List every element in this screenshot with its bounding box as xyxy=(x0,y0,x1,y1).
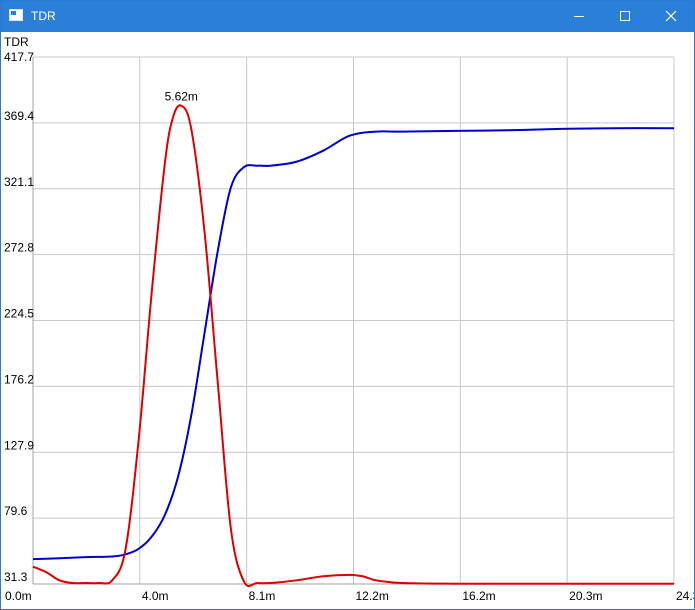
x-tick-label: 20.3m xyxy=(569,589,602,603)
y-tick-label: 31.3 xyxy=(4,570,28,584)
y-tick-label: 79.6 xyxy=(4,504,28,518)
y-tick-label: 127.9 xyxy=(4,438,34,452)
grid-lines xyxy=(32,56,675,585)
y-tick-label: 417.7 xyxy=(4,50,34,64)
y-tick-label: 369.4 xyxy=(4,109,34,123)
tdr-chart: TDR 417.7 369.4 321.1 272.8 224.5 176.2 127.9 7… xyxy=(4,35,694,603)
y-tick-label: 321.1 xyxy=(4,175,34,189)
maximize-button[interactable] xyxy=(602,1,648,32)
minimize-icon xyxy=(574,16,584,17)
y-tick-label: 272.8 xyxy=(4,241,34,255)
x-tick-label: 0.0m xyxy=(5,589,32,603)
x-tick-label: 8.1m xyxy=(249,589,276,603)
chart-title: TDR xyxy=(4,35,29,49)
close-icon xyxy=(665,10,677,22)
close-button[interactable] xyxy=(648,1,694,32)
axis-labels: 417.7 369.4 321.1 272.8 224.5 176.2 127.9 79.6 3… xyxy=(4,50,694,603)
chart-area: TDR 417.7 369.4 321.1 272.8 224.5 176.2 127.9 7… xyxy=(1,32,694,609)
title-bar[interactable]: TDR xyxy=(1,1,694,32)
maximize-icon xyxy=(620,11,630,21)
x-tick-label: 24.3m xyxy=(676,589,694,603)
x-tick-label: 4.0m xyxy=(142,589,169,603)
x-tick-label: 16.2m xyxy=(462,589,495,603)
tdr-window: TDR TDR 417.7 369.4 321.1 272.8 224.5 176.2 12… xyxy=(0,0,695,610)
peak-annotation: 5.62m xyxy=(165,90,198,104)
window-title: TDR xyxy=(31,9,56,23)
y-tick-label: 176.2 xyxy=(4,372,34,386)
y-tick-label: 224.5 xyxy=(4,307,34,321)
app-window-icon xyxy=(9,9,23,21)
minimize-button[interactable] xyxy=(556,1,602,32)
x-tick-label: 12.2m xyxy=(356,589,389,603)
